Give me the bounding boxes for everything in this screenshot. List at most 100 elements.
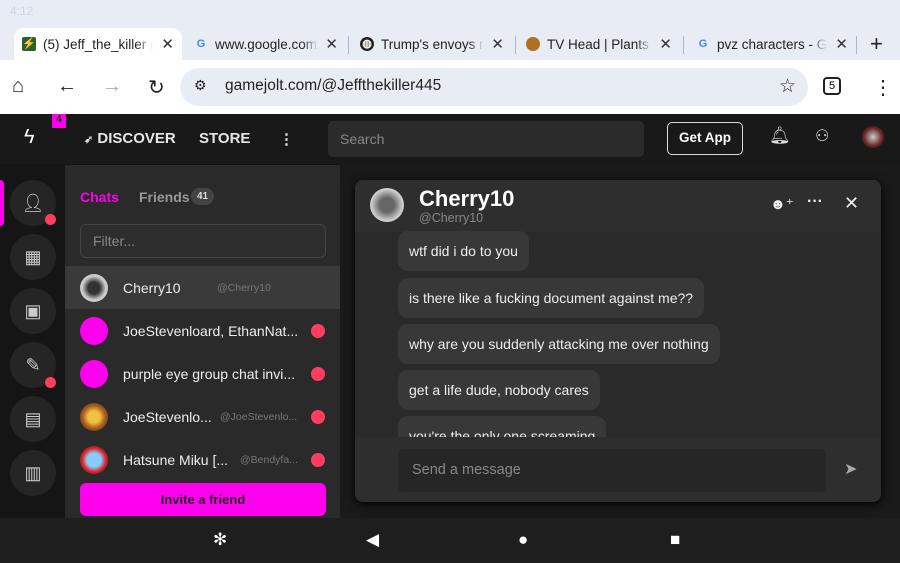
assistant-icon[interactable]: ✻ xyxy=(213,530,227,550)
avatar xyxy=(80,445,108,474)
close-icon[interactable]: ✕ xyxy=(491,35,504,53)
chat-list-item[interactable]: purple eye group chat invi... xyxy=(65,352,340,395)
left-rail: 👤︎ ▦ ▣ ✎ ▤ ▥ xyxy=(0,164,65,518)
store-link[interactable]: STORE xyxy=(199,130,250,147)
globe-icon: ◍ xyxy=(360,37,374,51)
tab-strip: ⚡ (5) Jeff_the_killer ( ✕ Gwww.google.com ✕… xyxy=(0,22,900,60)
send-icon[interactable]: ➤ xyxy=(844,459,857,479)
address-toolbar: ⌂ ← → ↻ ⚙ gamejolt.com/@Jeffthekiller445 ☆… xyxy=(0,60,900,114)
chat-name: Cherry10 xyxy=(123,279,181,296)
tab-google[interactable]: Gwww.google.com ✕ xyxy=(186,28,346,60)
message-composer: Send a message ➤ xyxy=(355,437,881,502)
new-tab-button[interactable]: + xyxy=(862,28,891,60)
unread-dot xyxy=(311,452,325,467)
reload-icon[interactable]: ↻ xyxy=(148,75,165,100)
message-input[interactable]: Send a message xyxy=(398,449,826,492)
chat-window: Cherry10 @Cherry10 ☻⁺ ··· ✕ wtf did i do… xyxy=(355,180,881,502)
system-nav-bar: ✻ ◀ ● ■ xyxy=(0,518,900,563)
tab-title: www.google.com xyxy=(215,36,318,52)
message: is there like a fucking document against… xyxy=(398,278,705,318)
more-icon[interactable]: ⋮ xyxy=(279,130,294,148)
google-icon: G xyxy=(698,38,708,50)
backpack-icon[interactable]: ▣ xyxy=(10,288,56,334)
user-avatar[interactable] xyxy=(862,126,884,148)
close-icon[interactable]: ✕ xyxy=(161,35,174,53)
chat-list-item[interactable]: JoeStevenloard, EthanNat... xyxy=(65,309,340,352)
chat-header: Cherry10 @Cherry10 ☻⁺ ··· ✕ xyxy=(355,180,881,232)
active-indicator xyxy=(0,180,4,226)
gamejolt-logo-icon[interactable]: ϟ xyxy=(24,126,35,149)
chat-handle: @Bendyfa... xyxy=(240,453,298,466)
avatar xyxy=(80,273,108,302)
unread-dot xyxy=(311,323,325,338)
friends-count-badge: 41 xyxy=(191,188,215,205)
google-icon: G xyxy=(196,38,206,50)
avatar xyxy=(80,402,108,431)
sunflower-icon xyxy=(526,37,540,51)
message: get a life dude, nobody cares xyxy=(398,370,600,410)
discover-link[interactable]: ➶ DISCOVER xyxy=(84,130,176,147)
message: wtf did i do to you xyxy=(398,231,529,271)
message: why are you suddenly attacking me over n… xyxy=(398,324,720,364)
invite-friend-button[interactable]: Invite a friend xyxy=(80,483,326,516)
close-icon[interactable]: ✕ xyxy=(325,35,338,53)
forward-icon[interactable]: → xyxy=(102,75,122,98)
menu-icon[interactable]: ⋮ xyxy=(873,75,893,100)
search-input[interactable]: Search xyxy=(328,121,644,157)
chat-list-item[interactable]: Hatsune Miku [... @Bendyfa... xyxy=(65,438,340,481)
status-bar: 4:12 xyxy=(0,0,900,22)
group-avatar xyxy=(80,316,108,345)
tab-switcher-button[interactable]: 5 xyxy=(823,77,841,95)
get-app-button[interactable]: Get App xyxy=(667,122,743,155)
tab-friends[interactable]: Friends xyxy=(139,189,190,205)
tab-pvz[interactable]: Gpvz characters - Go ✕ xyxy=(688,28,856,60)
chat-name: JoeStevenloard, EthanNat... xyxy=(123,322,299,339)
home-nav-icon[interactable]: ● xyxy=(518,530,528,550)
tab-title: pvz characters - Go xyxy=(717,36,827,52)
gamejolt-icon: ⚡ xyxy=(22,37,36,51)
back-nav-icon[interactable]: ◀ xyxy=(366,530,379,550)
tab-title: Trump's envoys me xyxy=(381,36,484,52)
home-icon[interactable]: ⌂ xyxy=(12,75,24,98)
star-icon[interactable]: ☆ xyxy=(779,75,796,98)
group-avatar xyxy=(80,359,108,388)
chat-name: JoeStevenlo... xyxy=(123,408,212,425)
chat-handle: @Cherry10 xyxy=(419,211,484,225)
close-icon[interactable]: ✕ xyxy=(659,35,672,53)
clock: 4:12 xyxy=(10,4,34,18)
chat-name: Hatsune Miku [... xyxy=(123,451,229,468)
tab-title: (5) Jeff_the_killer ( xyxy=(43,36,153,52)
tab-chats[interactable]: Chats xyxy=(80,189,119,205)
filter-input[interactable]: Filter... xyxy=(80,224,326,258)
more-options-icon[interactable]: ··· xyxy=(807,193,823,211)
chat-title: Cherry10 xyxy=(419,186,515,211)
url-bar[interactable]: ⚙ gamejolt.com/@Jeffthekiller445 ☆ xyxy=(180,68,808,106)
add-member-icon[interactable]: ☻⁺ xyxy=(770,195,794,213)
recents-icon[interactable]: ■ xyxy=(670,530,680,550)
top-bar: ϟ 4 ➶ DISCOVER STORE ⋮ Search Get App 🔔︎… xyxy=(0,114,900,164)
friend-requests-icon[interactable]: ⚇ xyxy=(815,126,829,146)
library-icon[interactable]: ▥ xyxy=(10,450,56,496)
chat-list-item[interactable]: JoeStevenlo... @JoeStevenlo... xyxy=(65,395,340,438)
tab-gamejolt[interactable]: ⚡ (5) Jeff_the_killer ( ✕ xyxy=(14,28,182,60)
avatar[interactable] xyxy=(370,188,404,222)
back-icon[interactable]: ← xyxy=(57,75,77,98)
communities-icon[interactable]: ▤ xyxy=(10,396,56,442)
url-text: gamejolt.com/@Jeffthekiller445 xyxy=(225,77,442,94)
store-icon[interactable]: ▦ xyxy=(10,234,56,280)
bell-icon[interactable]: 🔔︎ xyxy=(769,126,791,146)
tab-tvhead[interactable]: TV Head | Plants vs ✕ xyxy=(518,28,680,60)
discover-label: DISCOVER xyxy=(97,130,176,147)
tab-news[interactable]: ◍ Trump's envoys me ✕ xyxy=(352,28,512,60)
chat-list-item[interactable]: Cherry10 @Cherry10 xyxy=(65,266,340,309)
close-icon[interactable]: ✕ xyxy=(844,193,859,214)
unread-dot xyxy=(311,409,325,424)
site-settings-icon[interactable]: ⚙ xyxy=(194,77,207,94)
unread-dot xyxy=(311,366,325,381)
close-icon[interactable]: ✕ xyxy=(835,35,848,53)
chat-handle: @Cherry10 xyxy=(217,281,271,294)
notification-count-badge: 4 xyxy=(52,114,66,128)
tab-title: TV Head | Plants vs xyxy=(547,36,652,52)
chat-handle: @JoeStevenlo... xyxy=(220,410,298,423)
chat-name: purple eye group chat invi... xyxy=(123,365,295,382)
